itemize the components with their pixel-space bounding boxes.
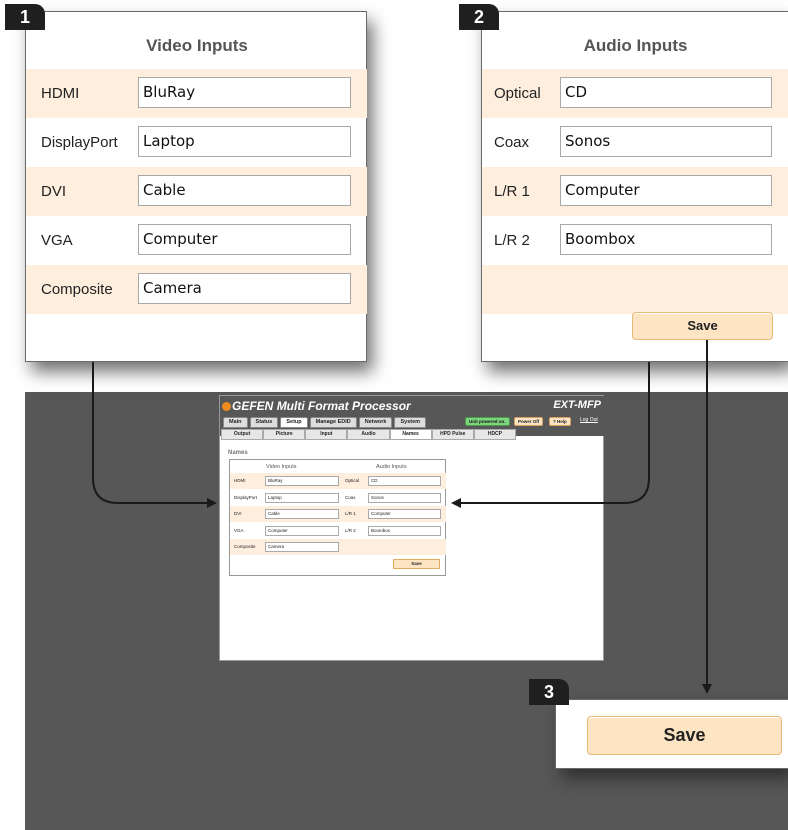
audio-row-label: L/R 1: [494, 183, 530, 200]
mini-row: VGA Computer L/R 2 Boombox: [230, 523, 446, 539]
save-button-zoom[interactable]: Save: [587, 716, 782, 755]
video-row-dvi: DVI Cable: [26, 167, 367, 216]
displayport-name-input[interactable]: Laptop: [138, 126, 351, 157]
subtab-input[interactable]: Input: [305, 429, 348, 440]
mini-composite-input[interactable]: Camera: [265, 542, 339, 552]
hdmi-name-input[interactable]: BluRay: [138, 77, 351, 108]
audio-row-label: L/R 2: [494, 232, 530, 249]
audio-inputs-callout: Audio Inputs Optical CD Coax Sonos L/R 1…: [481, 11, 788, 362]
tab-system[interactable]: System: [394, 417, 427, 428]
audio-row-label: Coax: [494, 134, 530, 151]
mini-vga-input[interactable]: Computer: [265, 526, 339, 536]
video-row-label: HDMI: [41, 85, 80, 102]
video-row-vga: VGA Computer: [26, 216, 367, 265]
names-section-heading: Names: [228, 450, 248, 456]
tab-setup[interactable]: Setup: [280, 417, 308, 428]
audio-row-lr2: L/R 2 Boombox: [482, 216, 788, 265]
lr1-name-input[interactable]: Computer: [560, 175, 772, 206]
mini-audio-title: Audio Inputs: [376, 464, 407, 470]
subtab-picture[interactable]: Picture: [263, 429, 306, 440]
setup-sub-tabs: Output Picture Input Audio Names HPD Pul…: [221, 429, 516, 440]
subtab-hpd-pulse[interactable]: HPD Pulse: [431, 429, 474, 440]
mini-optical-input[interactable]: CD: [368, 476, 441, 486]
app-title: Multi Format Processor: [276, 399, 411, 413]
callout-badge-3: 3: [529, 679, 569, 705]
video-row-label: DisplayPort: [41, 134, 118, 151]
power-off-button[interactable]: Power Off: [514, 417, 544, 426]
callout-badge-1: 1: [5, 4, 45, 30]
video-row-hdmi: HDMI BluRay: [26, 69, 367, 118]
mini-row: DisplayPort Laptop Coax Sonos: [230, 490, 446, 506]
app-window: GEFEN Multi Format Processor EXT-MFP Mai…: [219, 395, 605, 661]
mini-label: DVI: [234, 511, 242, 516]
audio-row-coax: Coax Sonos: [482, 118, 788, 167]
mini-coax-input[interactable]: Sonos: [368, 493, 441, 503]
mini-row: Composite Camera: [230, 539, 446, 555]
tab-main[interactable]: Main: [223, 417, 248, 428]
mini-label: L/R 1: [345, 511, 356, 516]
mini-dvi-input[interactable]: Cable: [265, 509, 339, 519]
optical-name-input[interactable]: CD: [560, 77, 772, 108]
mini-video-title: Video Inputs: [266, 464, 297, 470]
video-inputs-title: Video Inputs: [146, 36, 248, 55]
tab-status[interactable]: Status: [249, 417, 279, 428]
subtab-output[interactable]: Output: [221, 429, 264, 440]
mini-lr1-input[interactable]: Computer: [368, 509, 441, 519]
mini-displayport-input[interactable]: Laptop: [265, 493, 339, 503]
lr2-name-input[interactable]: Boombox: [560, 224, 772, 255]
video-row-composite: Composite Camera: [26, 265, 367, 314]
audio-row-empty: [482, 265, 788, 314]
log-out-link[interactable]: Log Out: [580, 417, 598, 423]
mini-lr2-input[interactable]: Boombox: [368, 526, 441, 536]
mini-row: DVI Cable L/R 1 Computer: [230, 506, 446, 522]
video-row-displayport: DisplayPort Laptop: [26, 118, 367, 167]
video-row-label: DVI: [41, 183, 67, 200]
tab-network[interactable]: Network: [358, 417, 393, 428]
video-row-label: VGA: [41, 232, 73, 249]
audio-row-label: Optical: [494, 85, 541, 102]
mini-hdmi-input[interactable]: BluRay: [265, 476, 339, 486]
gefen-logo: GEFEN Multi Format Processor: [222, 399, 411, 413]
subtab-audio[interactable]: Audio: [347, 429, 390, 440]
unit-status-badge: Unit powered on.: [465, 417, 510, 426]
mini-label: Composite: [234, 544, 256, 549]
tab-manage-edid[interactable]: Manage EDID: [309, 417, 357, 428]
mini-label: Coax: [345, 495, 356, 500]
vga-name-input[interactable]: Computer: [138, 224, 351, 255]
mini-label: L/R 2: [345, 528, 356, 533]
mini-save-button[interactable]: Save: [393, 559, 440, 569]
subtab-hdcp[interactable]: HDCP: [473, 429, 516, 440]
video-row-label: Composite: [41, 281, 113, 298]
audio-row-optical: Optical CD: [482, 69, 788, 118]
names-form: Video Inputs Audio Inputs HDMI BluRay Op…: [229, 459, 446, 576]
gefen-logo-icon: [222, 402, 231, 411]
mini-label: HDMI: [234, 478, 246, 483]
dvi-name-input[interactable]: Cable: [138, 175, 351, 206]
brand-name: GEFEN: [232, 399, 274, 413]
mini-row: HDMI BluRay Optical CD: [230, 473, 446, 489]
audio-inputs-title: Audio Inputs: [583, 36, 688, 55]
mini-label: DisplayPort: [234, 495, 258, 500]
mini-label: Optical: [345, 478, 360, 483]
video-inputs-callout: Video Inputs HDMI BluRay DisplayPort Lap…: [25, 11, 367, 362]
subtab-names[interactable]: Names: [389, 429, 432, 440]
save-callout: Save: [555, 699, 788, 769]
main-tabs: Main Status Setup Manage EDID Network Sy…: [223, 417, 427, 428]
model-name: EXT-MFP: [553, 399, 601, 411]
help-button[interactable]: ? Help: [549, 417, 571, 426]
coax-name-input[interactable]: Sonos: [560, 126, 772, 157]
save-button[interactable]: Save: [632, 312, 773, 340]
mini-label: VGA: [234, 528, 244, 533]
composite-name-input[interactable]: Camera: [138, 273, 351, 304]
callout-badge-2: 2: [459, 4, 499, 30]
audio-row-lr1: L/R 1 Computer: [482, 167, 788, 216]
